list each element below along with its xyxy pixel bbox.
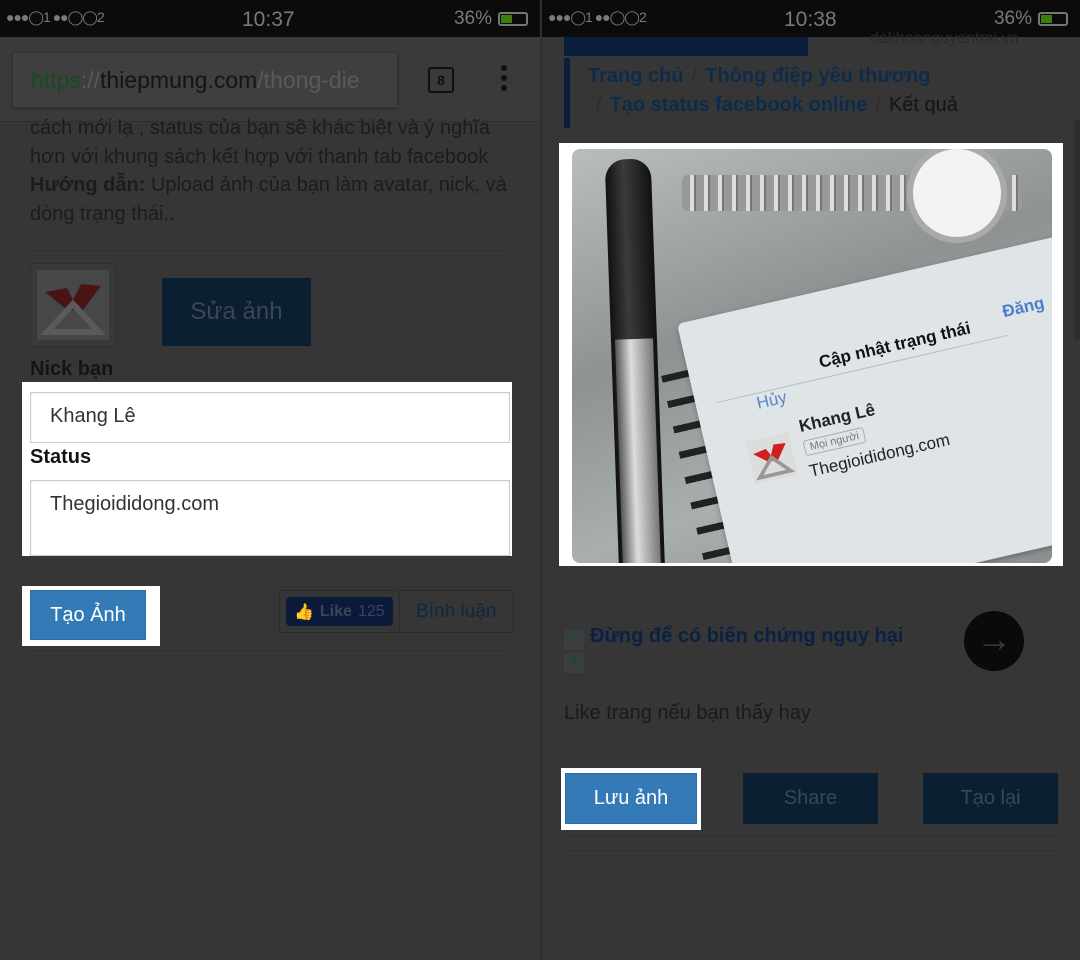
more-menu-icon[interactable]	[501, 65, 509, 95]
clock: 10:38	[784, 8, 837, 31]
breadcrumb-home[interactable]: Trang chủ	[588, 65, 684, 87]
battery-icon	[1038, 12, 1068, 26]
url-domain: thiepmung.com	[100, 67, 258, 93]
card-name: Khang Lê	[797, 399, 877, 436]
url-bar[interactable]: https://thiepmung.com/thong-die	[12, 52, 398, 108]
thumbs-up-icon: 👍	[294, 603, 314, 621]
url-scheme: https	[31, 67, 81, 93]
result-image: Hủy Cập nhật trạng thái Đăng Khang Lê Mọ…	[572, 149, 1052, 563]
card-title: Cập nhật trạng thái	[817, 318, 973, 372]
like-prompt: Like trang nếu bạn thấy hay	[564, 702, 811, 724]
pen	[604, 158, 666, 563]
share-button[interactable]: Share	[743, 773, 878, 824]
avatar[interactable]	[30, 263, 116, 347]
like-count: 125	[357, 602, 385, 620]
header-banner	[564, 37, 808, 56]
create-image-button[interactable]: Tạo Ảnh	[30, 590, 146, 640]
close-icon[interactable]: ✕	[564, 653, 584, 673]
battery-icon	[498, 12, 528, 26]
breadcrumb-tool[interactable]: Tạo status facebook online	[610, 94, 868, 116]
breadcrumb-category[interactable]: Thông điệp yêu thương	[705, 65, 930, 87]
watch-band	[682, 149, 1022, 243]
battery-percent: 36%	[453, 8, 492, 29]
like-label: Like	[319, 602, 352, 620]
url-sep: ://	[80, 67, 101, 93]
like-button[interactable]: 👍 Like 125	[286, 597, 393, 626]
guide-label: Hướng dẫn:	[30, 174, 146, 196]
signal-icon: ●●●◯1 ●●◯◯2	[548, 9, 647, 25]
description: cách mới lạ , status của bạn sẽ khác biệ…	[30, 114, 520, 228]
divider	[564, 836, 1058, 837]
nick-label: Nick bạn	[30, 358, 114, 380]
breadcrumb-current: Kết quả	[888, 94, 958, 116]
edit-photo-button[interactable]: Sửa ảnh	[162, 278, 311, 346]
status-textarea[interactable]: Thegioididong.com	[30, 480, 510, 556]
description-line: hơn với khung sách kết hợp với thanh tab…	[30, 145, 489, 168]
left-screen: ●●●◯1 ●●◯◯2 10:37 36% https://thiepmung.…	[0, 0, 540, 960]
logo-icon	[40, 284, 106, 335]
tab-switcher-button[interactable]: 8	[428, 67, 454, 93]
site-name: dakhoanguyentrai.vn	[870, 30, 1019, 47]
breadcrumb: Trang chủ / Thông điệp yêu thương / Tạo sta…	[564, 58, 1064, 128]
arrow-right-icon[interactable]: →	[964, 611, 1024, 671]
description-line: cách mới lạ , status của bạn sẽ khác biệ…	[30, 117, 491, 139]
ad-headline[interactable]: Đừng để có biến chứng nguy hại	[590, 625, 903, 648]
divider	[30, 650, 510, 651]
browser-toolbar: https://thiepmung.com/thong-die 8	[0, 37, 540, 122]
divider	[30, 250, 510, 251]
card-post: Đăng	[1000, 293, 1047, 322]
social-box: 👍 Like 125 Bình luận	[279, 590, 514, 633]
divider	[564, 850, 1058, 851]
signal-icon: ●●●◯1 ●●◯◯2	[6, 9, 105, 25]
battery-percent: 36%	[993, 8, 1032, 29]
status-bar: ●●●◯1 ●●◯◯2 10:37 36%	[0, 0, 540, 37]
status-label: Status	[30, 446, 92, 468]
clock: 10:37	[242, 8, 295, 31]
comment-button[interactable]: Bình luận	[398, 591, 513, 632]
nick-input[interactable]: Khang Lê	[30, 392, 510, 443]
info-icon[interactable]: ⓘ	[564, 630, 584, 650]
status-card: Hủy Cập nhật trạng thái Đăng Khang Lê Mọ…	[677, 229, 1052, 563]
right-screen: ●●●◯1 ●●◯◯2 10:38 36% dakhoanguyentrai.v…	[541, 0, 1080, 960]
save-image-button[interactable]: Lưu ảnh	[565, 773, 697, 824]
scrollbar[interactable]	[1074, 120, 1080, 340]
recreate-button[interactable]: Tạo lại	[923, 773, 1058, 824]
url-path: /thong-die	[257, 67, 360, 93]
logo-icon	[753, 442, 796, 481]
